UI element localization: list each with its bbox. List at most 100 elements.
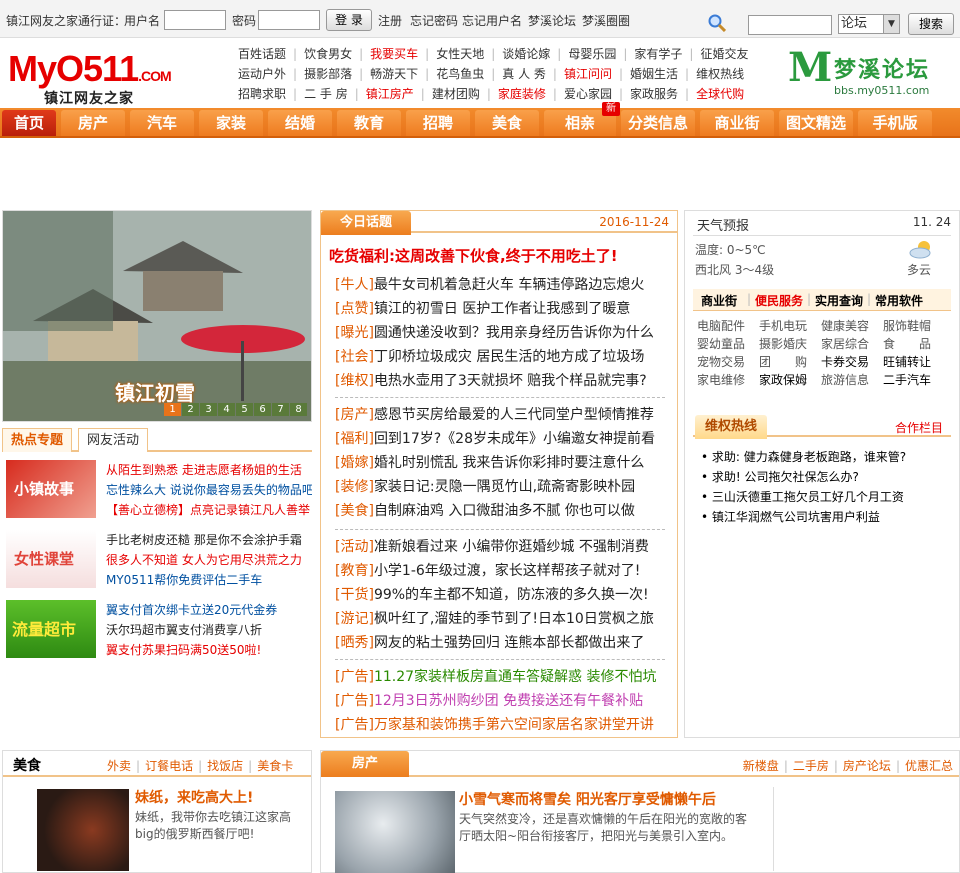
rights-more-link[interactable]: 合作栏目 (895, 419, 943, 436)
rights-item[interactable]: • 镇江华润燃气公司坑害用户利益 (701, 507, 951, 527)
nav-item[interactable]: 商业街 (700, 110, 774, 136)
quick-link[interactable]: 婚姻生活 (630, 64, 678, 84)
search-input[interactable] (748, 15, 832, 35)
topic-category[interactable]: [社会] (335, 349, 374, 365)
topic-text[interactable]: 万家基和装饰携手第六空间家居名家讲堂开讲 (374, 717, 654, 733)
topic-category[interactable]: [福利] (335, 431, 374, 447)
service-link[interactable]: 健康美容 (821, 317, 883, 335)
topic-item[interactable]: [干货]99%的车主都不知道，防冻液的多久换一次! (335, 583, 665, 607)
login-button[interactable]: 登 录 (326, 9, 372, 31)
hot-item-link[interactable]: 翼支付首次绑卡立送20元代金券 (106, 600, 312, 620)
topic-text[interactable]: 自制麻油鸡 入口微甜油多不腻 你也可以做 (374, 503, 635, 519)
service-link[interactable]: 宠物交易 (697, 353, 759, 371)
topic-text[interactable]: 圆通快递没收到？我用亲身经历告诉你为什么 (374, 325, 654, 341)
quick-link[interactable]: 爱心家园 (564, 84, 612, 104)
nav-item[interactable]: 家装 (199, 110, 263, 136)
topic-category[interactable]: [广告] (335, 693, 374, 709)
topic-text[interactable]: 最牛女司机着急赶火车 车辆违停路边忘熄火 (374, 277, 644, 293)
topic-text[interactable]: 家装日记:灵隐一隅觅竹山,疏斋寄影映朴园 (374, 479, 635, 495)
service-link[interactable]: 团 购 (759, 353, 821, 371)
house-link-deals[interactable]: 优惠汇总 (905, 759, 953, 773)
today-headline[interactable]: 吃货福利:这周改善下伙食,终于不用吃土了! (329, 245, 618, 266)
house-link-new[interactable]: 新楼盘 (743, 759, 779, 773)
topic-item[interactable]: [美食]自制麻油鸡 入口微甜油多不腻 你也可以做 (335, 499, 665, 523)
topic-text[interactable]: 枫叶红了,溜娃的季节到了!日本10日赏枫之旅 (374, 611, 654, 627)
quick-link[interactable]: 女性天地 (436, 44, 484, 64)
food-link-card[interactable]: 美食卡 (257, 759, 293, 773)
rights-item[interactable]: • 求助! 公司拖欠社保怎么办? (701, 467, 951, 487)
hot-item-image[interactable]: 流量超市 (6, 600, 96, 658)
topic-text[interactable]: 电热水壶用了3天就损坏 赔我个样品就完事? (374, 373, 647, 389)
service-link[interactable]: 卡券交易 (821, 353, 883, 371)
topic-item[interactable]: [维权]电热水壶用了3天就损坏 赔我个样品就完事? (335, 369, 665, 393)
topic-item[interactable]: [活动]准新娘看过来 小编带你逛婚纱城 不强制消费 (335, 535, 665, 559)
hot-item-link[interactable]: 【善心立德榜】点亮记录镇江凡人善举 (106, 500, 312, 520)
register-link[interactable]: 注册 (378, 12, 402, 29)
topic-category[interactable]: [游记] (335, 611, 374, 627)
topic-item[interactable]: [点赞]镇江的初雪日 医护工作者让我感到了暖意 (335, 297, 665, 321)
topic-text[interactable]: 11.27家装样板房直通车答疑解惑 装修不怕坑 (374, 669, 657, 685)
topic-category[interactable]: [婚嫁] (335, 455, 374, 471)
nav-item[interactable]: 教育 (337, 110, 401, 136)
topic-text[interactable]: 感恩节买房给最爱的人三代同堂户型倾情推荐 (374, 407, 654, 423)
service-link[interactable]: 旅游信息 (821, 371, 883, 389)
photo-page-dot[interactable]: 1 (164, 403, 181, 416)
food-image[interactable] (37, 789, 129, 871)
photo-page-dot[interactable]: 7 (272, 403, 289, 416)
topic-text[interactable]: 99%的车主都不知道，防冻液的多久换一次! (374, 587, 649, 603)
hot-item-link[interactable]: 沃尔玛超市翼支付消费享八折 (106, 620, 312, 640)
nav-item[interactable]: 首页 (2, 110, 56, 136)
tab-shopping-street[interactable]: 商业街 (701, 292, 737, 309)
hot-item-image[interactable]: 小镇故事 (6, 460, 96, 518)
quick-link[interactable]: 我要买车 (370, 44, 418, 64)
photo-page-dot[interactable]: 6 (254, 403, 271, 416)
topic-category[interactable]: [广告] (335, 669, 374, 685)
service-link[interactable]: 婴幼童品 (697, 335, 759, 353)
topic-category[interactable]: [教育] (335, 563, 374, 579)
quick-link[interactable]: 家政服务 (630, 84, 678, 104)
house-headline[interactable]: 小雪气寒而将雪矣 阳光客厅享受慵懒午后 (459, 789, 716, 809)
photo-page-dot[interactable]: 5 (236, 403, 253, 416)
topic-item[interactable]: [教育]小学1-6年级过渡，家长这样帮孩子就对了! (335, 559, 665, 583)
quick-link[interactable]: 二 手 房 (304, 84, 348, 104)
tab-convenience[interactable]: 便民服务 (755, 292, 803, 309)
nav-item[interactable]: 房产 (61, 110, 125, 136)
search-button[interactable]: 搜索 (908, 13, 954, 35)
topic-category[interactable]: [干货] (335, 587, 374, 603)
nav-item[interactable]: 手机版 (858, 110, 932, 136)
topic-text[interactable]: 小学1-6年级过渡，家长这样帮孩子就对了! (374, 563, 640, 579)
nav-item[interactable]: 美食 (475, 110, 539, 136)
house-link-forum[interactable]: 房产论坛 (843, 759, 891, 773)
service-link[interactable]: 摄影婚庆 (759, 335, 821, 353)
photo-page-dot[interactable]: 8 (290, 403, 307, 416)
service-link[interactable]: 二手汽车 (883, 371, 945, 389)
tab-house[interactable]: 房产 (321, 751, 409, 777)
topic-item[interactable]: [曝光]圆通快递没收到？我用亲身经历告诉你为什么 (335, 321, 665, 345)
topic-text[interactable]: 回到17岁?《28岁未成年》小编邀女神提前看 (374, 431, 655, 447)
quick-link[interactable]: 母婴乐园 (568, 44, 616, 64)
search-scope-select[interactable]: 论坛 ▼ (838, 14, 900, 34)
topic-category[interactable]: [美食] (335, 503, 374, 519)
circle-link[interactable]: 梦溪圈圈 (582, 12, 630, 29)
nav-item[interactable]: 图文精选 (779, 110, 853, 136)
topic-category[interactable]: [牛人] (335, 277, 374, 293)
photo-page-dot[interactable]: 2 (182, 403, 199, 416)
rights-item[interactable]: • 求助: 健力森健身老板跑路，谁来管? (701, 447, 951, 467)
tab-software[interactable]: 常用软件 (875, 292, 923, 309)
service-link[interactable]: 电脑配件 (697, 317, 759, 335)
service-link[interactable]: 家居综合 (821, 335, 883, 353)
topic-item[interactable]: [游记]枫叶红了,溜娃的季节到了!日本10日赏枫之旅 (335, 607, 665, 631)
topic-category[interactable]: [曝光] (335, 325, 374, 341)
forgot-username-link[interactable]: 忘记用户名 (462, 12, 522, 29)
topic-category[interactable]: [维权] (335, 373, 374, 389)
topic-item[interactable]: [牛人]最牛女司机着急赶火车 车辆违停路边忘熄火 (335, 273, 665, 297)
tab-hot-topics[interactable]: 热点专题 (2, 428, 73, 452)
food-link-restaurants[interactable]: 找饭店 (207, 759, 243, 773)
quick-link[interactable]: 征婚交友 (700, 44, 748, 64)
quick-link[interactable]: 建材团购 (432, 84, 480, 104)
food-link-order-phone[interactable]: 订餐电话 (145, 759, 193, 773)
nav-item[interactable]: 分类信息 (621, 110, 695, 136)
service-link[interactable]: 家电维修 (697, 371, 759, 389)
topic-text[interactable]: 12月3日苏州购纱团 免费接送还有午餐补贴 (374, 693, 643, 709)
topic-category[interactable]: [活动] (335, 539, 374, 555)
